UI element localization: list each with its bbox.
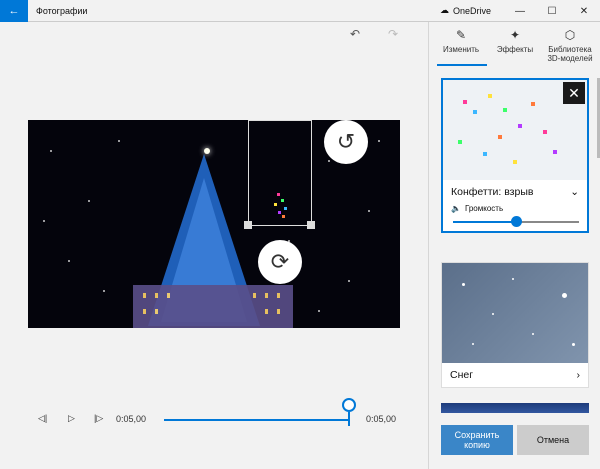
effect-bounding-box[interactable] [244, 120, 315, 229]
back-button[interactable]: ← [0, 0, 28, 22]
rotate-effect-button[interactable]: ↺ [324, 120, 368, 164]
panel-tabs: ✎ Изменить ✦ Эффекты ⬡ Библиотека 3D-мод… [429, 22, 600, 68]
redo-icon[interactable]: ↷ [388, 27, 398, 41]
flip-effect-button[interactable]: ⟳ [258, 240, 302, 284]
tab-effects[interactable]: ✦ Эффекты [487, 28, 543, 54]
effect-title: Конфетти: взрыв [451, 186, 534, 198]
volume-slider-thumb[interactable] [511, 216, 522, 227]
playback-controls: ◁| ▷ |▷ 0:05,00 0:05,00 [0, 398, 428, 442]
effect-title-row[interactable]: Конфетти: взрыв ⌄ [443, 180, 587, 204]
resize-handle[interactable] [244, 221, 252, 229]
remove-effect-button[interactable]: ✕ [563, 82, 585, 104]
end-time: 0:05,00 [366, 414, 397, 424]
rotate-icon: ↺ [336, 129, 356, 154]
minimize-icon: — [515, 5, 525, 17]
save-copy-button[interactable]: Сохранить копию [441, 425, 513, 455]
timeline-scrubber[interactable] [342, 398, 356, 412]
sparkle-icon: ✦ [509, 28, 521, 42]
chevron-right-icon: › [576, 369, 581, 381]
arrow-left-icon: ← [8, 5, 20, 17]
cancel-button[interactable]: Отмена [517, 425, 589, 455]
video-preview[interactable]: ↺ ⟳ [28, 120, 400, 328]
rotate-3d-icon: ⟳ [270, 249, 290, 274]
tab-edit-label: Изменить [442, 45, 480, 54]
editor-area: ↶ ↷ ↺ ⟳ ◁| ▷ |▷ 0:05,00 0:05,00 [0, 22, 428, 469]
effect-card-snow[interactable]: Снег › [441, 262, 589, 388]
title-bar: ← Фотографии ☁ OneDrive — ☐ ✕ [0, 0, 600, 22]
tree-star [204, 148, 210, 154]
cube-icon: ⬡ [564, 28, 576, 42]
building-image [133, 285, 293, 328]
next-effect-thumbnail[interactable] [441, 403, 589, 413]
onedrive-button[interactable]: ☁ OneDrive [440, 5, 491, 16]
onedrive-label: OneDrive [453, 5, 492, 16]
volume-row: 🔈 Громкость [443, 204, 587, 213]
tab-3d-library-label: Библиотека 3D-моделей [547, 45, 593, 63]
tab-3d-library[interactable]: ⬡ Библиотека 3D-моделей [541, 28, 599, 63]
cloud-icon: ☁ [440, 5, 449, 15]
close-icon: ✕ [568, 84, 580, 101]
tab-edit[interactable]: ✎ Изменить [433, 28, 489, 54]
chevron-down-icon: ⌄ [570, 186, 579, 198]
undo-icon[interactable]: ↶ [350, 27, 360, 41]
effect-title: Снег [450, 369, 474, 381]
maximize-icon: ☐ [547, 5, 557, 17]
close-icon: ✕ [579, 5, 589, 17]
speaker-icon: 🔈 [451, 204, 461, 213]
confetti-thumbnail: ✕ [443, 80, 587, 180]
resize-handle[interactable] [307, 221, 315, 229]
app-title: Фотографии [36, 6, 88, 16]
maximize-button[interactable]: ☐ [536, 0, 568, 22]
tab-effects-label: Эффекты [496, 45, 534, 54]
snow-thumbnail [442, 263, 588, 363]
active-tab-indicator [437, 64, 487, 66]
step-back-icon[interactable]: ◁| [38, 413, 47, 424]
timeline-track[interactable] [164, 419, 350, 421]
pencil-icon: ✎ [455, 28, 467, 42]
step-forward-icon[interactable]: |▷ [94, 413, 103, 424]
volume-label: Громкость [464, 204, 504, 213]
minimize-button[interactable]: — [504, 0, 536, 22]
effect-card-confetti[interactable]: ✕ Конфетти: взрыв ⌄ 🔈 Громкость [441, 78, 589, 233]
play-icon[interactable]: ▷ [68, 413, 75, 424]
current-time: 0:05,00 [116, 414, 147, 424]
close-button[interactable]: ✕ [568, 0, 600, 22]
volume-slider[interactable] [453, 216, 579, 227]
effect-title-row[interactable]: Снег › [442, 363, 588, 387]
effects-panel: ✎ Изменить ✦ Эффекты ⬡ Библиотека 3D-мод… [428, 22, 600, 469]
